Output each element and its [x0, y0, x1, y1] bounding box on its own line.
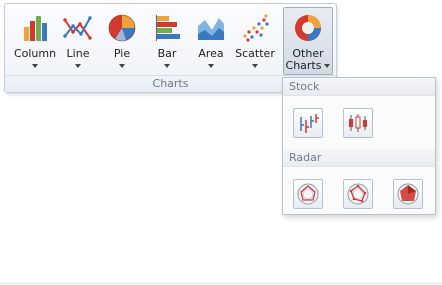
other-charts-button[interactable]: Other Charts — [283, 7, 333, 75]
scatter-dropdown-arrow-icon — [252, 64, 258, 68]
column-chart-icon — [24, 16, 47, 41]
other-charts-dropdown: Stock Radar — [282, 77, 436, 215]
area-chart-button[interactable]: Area — [189, 7, 233, 75]
radar-line-button[interactable] — [343, 179, 373, 209]
line-chart-button[interactable]: Line — [56, 7, 100, 75]
area-chart-icon — [198, 18, 224, 40]
column-chart-label: Column — [13, 47, 57, 60]
stock-section-header: Stock — [283, 78, 435, 96]
stock-high-low-close-icon — [300, 114, 319, 133]
radar-point-icon — [297, 183, 319, 205]
pie-chart-label: Pie — [113, 47, 131, 60]
page-bottom-divider — [0, 283, 442, 284]
line-dropdown-arrow-icon — [75, 64, 81, 68]
stock-candlestick-icon — [349, 114, 367, 132]
radar-line-icon — [347, 183, 369, 205]
pie-chart-icon — [108, 14, 136, 42]
area-dropdown-arrow-icon — [208, 64, 214, 68]
stock-candlestick-button[interactable] — [343, 108, 373, 138]
pie-chart-button[interactable]: Pie — [100, 7, 144, 75]
scatter-chart-label: Scatter — [235, 47, 275, 60]
other-charts-label: Other Charts — [286, 48, 331, 72]
line-chart-icon — [63, 16, 92, 40]
bar-dropdown-arrow-icon — [164, 64, 170, 68]
line-chart-label: Line — [66, 47, 90, 60]
stock-high-low-close-button[interactable] — [293, 108, 323, 138]
other-charts-dropdown-arrow-icon — [324, 64, 331, 68]
bar-chart-icon — [156, 15, 180, 41]
bar-chart-label: Bar — [157, 47, 177, 60]
bar-chart-button[interactable]: Bar — [145, 7, 189, 75]
pie-dropdown-arrow-icon — [119, 64, 125, 68]
scatter-chart-button[interactable]: Scatter — [233, 7, 277, 75]
radar-area-button[interactable] — [393, 179, 423, 209]
area-chart-label: Area — [198, 47, 224, 60]
scatter-chart-icon — [243, 14, 269, 42]
radar-section-header: Radar — [283, 149, 435, 167]
other-charts-icon — [295, 15, 321, 41]
column-dropdown-arrow-icon — [32, 64, 38, 68]
radar-area-icon — [397, 183, 419, 205]
column-chart-button[interactable]: Column — [13, 7, 57, 75]
other-charts-label-line2: Charts — [285, 59, 322, 72]
radar-point-button[interactable] — [293, 179, 323, 209]
